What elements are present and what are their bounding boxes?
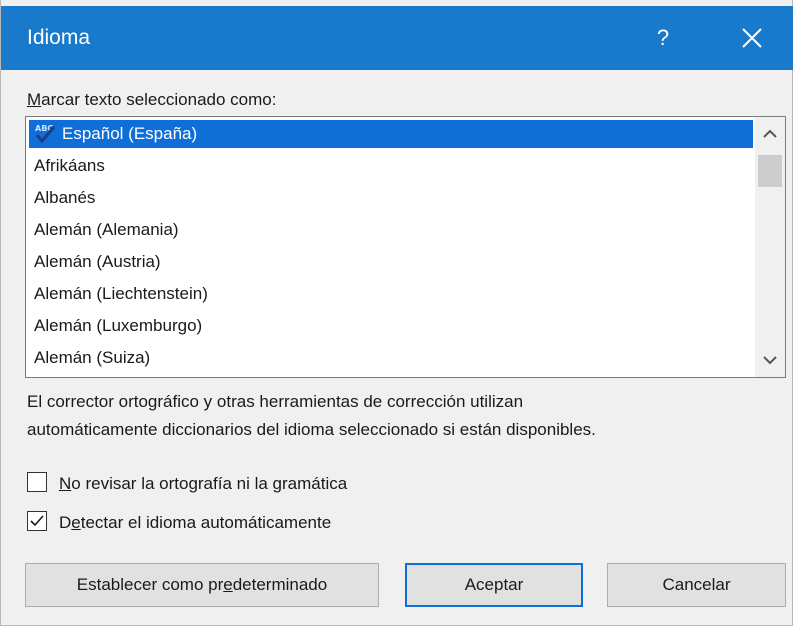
dialog-title: Idioma — [27, 26, 91, 49]
language-dialog: Idioma ? Marcar texto seleccionado como:… — [0, 0, 793, 626]
spell-check-icon: ABC — [35, 124, 56, 143]
set-default-button[interactable]: Establecer como predeterminado — [25, 563, 379, 607]
no-proofing-checkbox-row[interactable]: No revisar la ortografía ni la gramática — [27, 471, 447, 497]
cancel-button[interactable]: Cancelar — [607, 563, 786, 607]
scroll-down-button[interactable] — [755, 345, 785, 375]
language-list-label: Marcar texto seleccionado como: — [27, 90, 277, 109]
detect-language-label: Detectar el idioma automáticamente — [59, 513, 332, 532]
info-text: El corrector ortográfico y otras herrami… — [27, 388, 767, 444]
language-listbox[interactable]: ABC Español (España) Afrikáans Albanés A… — [25, 116, 786, 378]
list-item[interactable]: Albanés — [29, 184, 753, 212]
close-icon — [742, 28, 762, 48]
title-bar: Idioma ? — [1, 6, 793, 70]
detect-language-checkbox[interactable] — [27, 511, 47, 531]
info-line: El corrector ortográfico y otras herrami… — [27, 392, 524, 411]
help-icon: ? — [656, 25, 670, 50]
chevron-up-icon — [763, 129, 777, 138]
close-button[interactable] — [730, 20, 774, 56]
list-item[interactable]: Alemán (Luxemburgo) — [29, 312, 753, 340]
no-proofing-checkbox[interactable] — [27, 472, 47, 492]
detect-language-checkbox-row[interactable]: Detectar el idioma automáticamente — [27, 510, 427, 536]
no-proofing-label: No revisar la ortografía ni la gramática — [59, 474, 348, 493]
list-item[interactable]: Alemán (Liechtenstein) — [29, 280, 753, 308]
accept-button[interactable]: Aceptar — [405, 563, 583, 607]
list-item[interactable]: Alemán (Austria) — [29, 248, 753, 276]
list-item-selected[interactable]: ABC Español (España) — [29, 120, 753, 148]
scroll-thumb[interactable] — [758, 155, 782, 187]
list-item[interactable]: Alemán (Alemania) — [29, 216, 753, 244]
vertical-scrollbar[interactable] — [755, 117, 785, 377]
scroll-up-button[interactable] — [755, 119, 785, 149]
chevron-down-icon — [763, 356, 777, 365]
help-button[interactable]: ? — [641, 20, 685, 56]
info-line: automáticamente diccionarios del idioma … — [27, 420, 596, 439]
checkmark-icon — [30, 515, 44, 527]
list-item[interactable]: Afrikáans — [29, 152, 753, 180]
list-item[interactable]: Alemán (Suiza) — [29, 344, 753, 372]
